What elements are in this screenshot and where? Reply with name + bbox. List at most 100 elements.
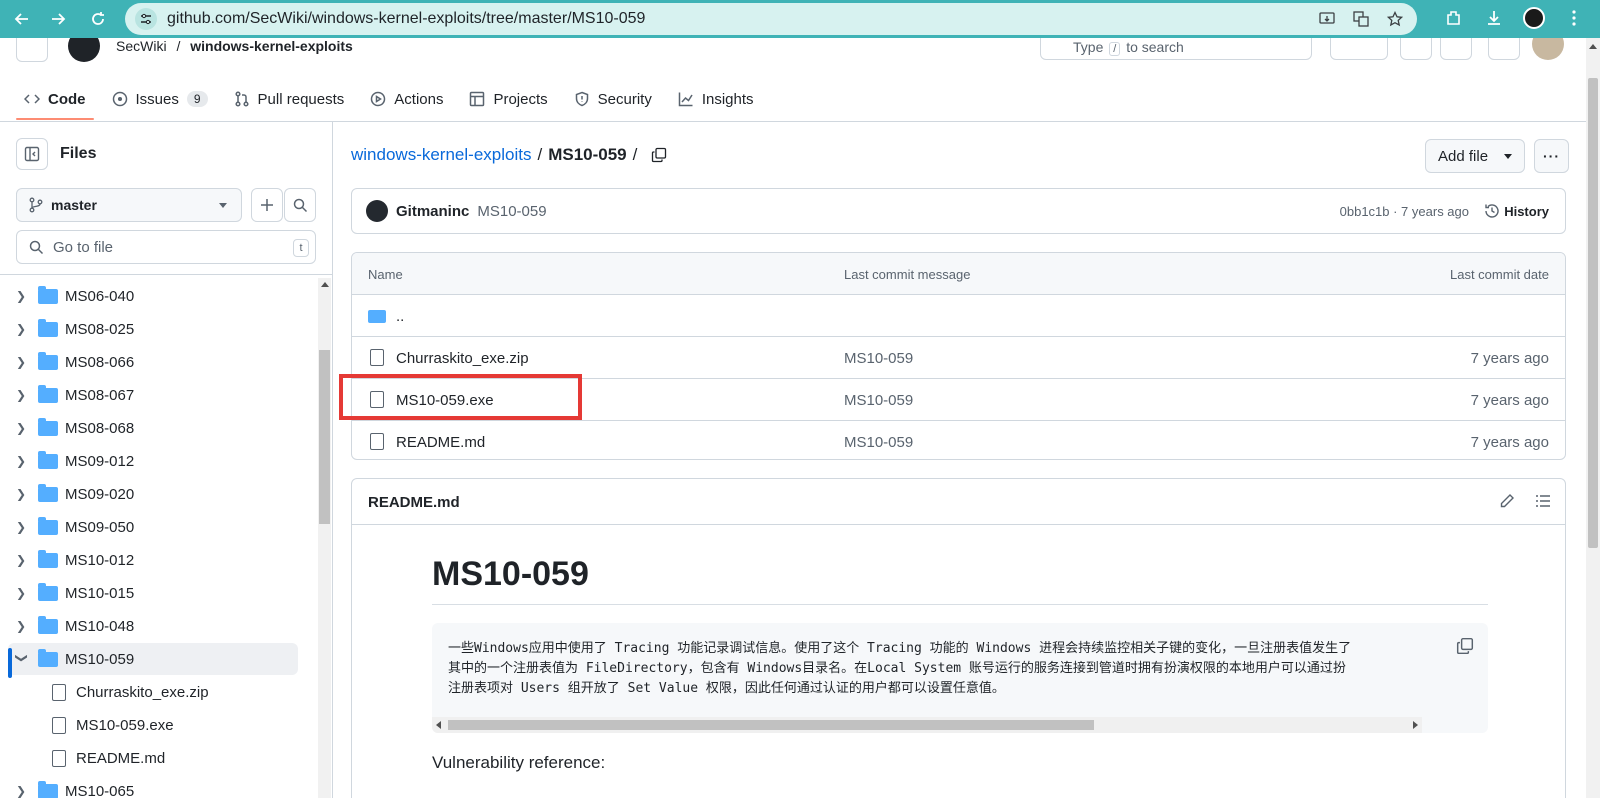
copy-path-icon[interactable] bbox=[651, 147, 667, 163]
add-file-button[interactable]: Add file bbox=[1425, 139, 1525, 173]
branch-selector[interactable]: master bbox=[16, 188, 242, 222]
chevron-right-icon[interactable]: ❯ bbox=[16, 619, 34, 633]
table-row[interactable]: Churraskito_exe.zip MS10-059 7 years ago bbox=[352, 337, 1565, 379]
collapse-sidebar-button[interactable] bbox=[16, 138, 48, 170]
folder-icon bbox=[38, 318, 58, 337]
site-info-icon[interactable] bbox=[135, 8, 157, 30]
tree-file-item[interactable]: Churraskito_exe.zip bbox=[8, 676, 298, 708]
profile-avatar[interactable] bbox=[1520, 4, 1548, 32]
chevron-right-icon[interactable]: ❯ bbox=[16, 289, 34, 303]
tab-pull-requests[interactable]: Pull requests bbox=[226, 76, 353, 122]
chevron-right-icon[interactable]: ❯ bbox=[16, 487, 34, 501]
file-commit-message[interactable]: MS10-059 bbox=[844, 434, 913, 451]
global-search-input[interactable]: Type / to search bbox=[1040, 38, 1312, 60]
table-row-parent-dir[interactable]: .. bbox=[352, 295, 1565, 337]
bookmark-star-icon[interactable] bbox=[1385, 9, 1405, 29]
parent-directory-link[interactable]: .. bbox=[396, 308, 404, 325]
tree-file-item[interactable]: MS10-059.exe bbox=[8, 709, 298, 741]
tree-folder-item[interactable]: ❯ MS08-066 bbox=[8, 346, 298, 378]
scroll-left-icon[interactable] bbox=[436, 721, 441, 729]
page-scroll-thumb[interactable] bbox=[1588, 78, 1598, 548]
tree-item-label: MS09-020 bbox=[65, 485, 135, 503]
commit-author-avatar[interactable] bbox=[366, 200, 388, 222]
tree-folder-item[interactable]: ❯ MS09-020 bbox=[8, 478, 298, 510]
scroll-up-icon[interactable] bbox=[1589, 44, 1597, 49]
tab-actions[interactable]: Actions bbox=[362, 76, 451, 122]
reload-icon[interactable] bbox=[80, 1, 116, 37]
issues-icon-button[interactable] bbox=[1400, 38, 1432, 60]
code-line: 注册表项对 Users 组开放了 Set Value 权限，因此任何通过认证的用… bbox=[448, 681, 1005, 696]
tree-scroll-thumb[interactable] bbox=[319, 350, 330, 524]
pull-requests-icon-button[interactable] bbox=[1440, 38, 1472, 60]
back-icon[interactable] bbox=[4, 1, 40, 37]
page-scrollbar[interactable] bbox=[1586, 38, 1600, 798]
outline-list-icon[interactable] bbox=[1535, 493, 1551, 509]
tab-issues[interactable]: Issues 9 bbox=[104, 76, 216, 122]
chevron-right-icon[interactable]: ❯ bbox=[16, 520, 34, 534]
code-scroll-thumb[interactable] bbox=[448, 720, 1094, 730]
go-to-file-input[interactable]: Go to file t bbox=[16, 230, 316, 264]
tree-folder-item[interactable]: ❯ MS10-012 bbox=[8, 544, 298, 576]
tree-folder-item[interactable]: ❯ MS08-025 bbox=[8, 313, 298, 345]
tab-projects[interactable]: Projects bbox=[461, 76, 555, 122]
file-name-link[interactable]: Churraskito_exe.zip bbox=[396, 350, 529, 367]
chevron-down-icon[interactable]: ❯ bbox=[15, 653, 29, 665]
tree-folder-item[interactable]: ❯ MS08-067 bbox=[8, 379, 298, 411]
copy-code-icon[interactable] bbox=[1456, 637, 1474, 655]
extensions-icon[interactable] bbox=[1440, 4, 1468, 32]
table-row[interactable]: README.md MS10-059 7 years ago bbox=[352, 421, 1565, 459]
tab-insights[interactable]: Insights bbox=[670, 76, 762, 122]
tree-folder-item[interactable]: ❯ MS10-048 bbox=[8, 610, 298, 642]
forward-icon[interactable] bbox=[40, 1, 76, 37]
tree-file-item[interactable]: README.md bbox=[8, 742, 298, 774]
tree-folder-item[interactable]: ❯ MS06-040 bbox=[8, 280, 298, 312]
inbox-icon-button[interactable] bbox=[1488, 38, 1520, 60]
commit-message[interactable]: MS10-059 bbox=[477, 203, 546, 220]
user-avatar[interactable] bbox=[1532, 38, 1564, 60]
chevron-right-icon[interactable]: ❯ bbox=[16, 355, 34, 369]
current-folder-name: MS10-059 bbox=[548, 145, 627, 164]
search-files-button[interactable] bbox=[284, 188, 316, 222]
repo-root-link[interactable]: windows-kernel-exploits bbox=[351, 145, 531, 165]
tree-folder-item[interactable]: ❯ MS10-015 bbox=[8, 577, 298, 609]
chevron-right-icon[interactable]: ❯ bbox=[16, 586, 34, 600]
repo-link[interactable]: windows-kernel-exploits bbox=[190, 38, 353, 54]
file-name-link[interactable]: README.md bbox=[396, 434, 485, 451]
more-options-button[interactable]: ··· bbox=[1534, 139, 1569, 173]
history-link[interactable]: History bbox=[1484, 203, 1549, 219]
chevron-right-icon[interactable]: ❯ bbox=[16, 421, 34, 435]
tree-folder-item[interactable]: ❯ MS10-065 bbox=[8, 775, 298, 798]
tree-folder-item-selected[interactable]: ❯ MS10-059 bbox=[8, 643, 298, 675]
translate-icon[interactable] bbox=[1351, 9, 1371, 29]
commit-author[interactable]: Gitmaninc bbox=[396, 203, 469, 220]
edit-pencil-icon[interactable] bbox=[1499, 493, 1515, 509]
owner-link[interactable]: SecWiki bbox=[116, 38, 167, 54]
hamburger-menu-button[interactable] bbox=[16, 38, 48, 62]
tree-folder-item[interactable]: ❯ MS09-050 bbox=[8, 511, 298, 543]
chevron-right-icon[interactable]: ❯ bbox=[16, 553, 34, 567]
scroll-up-icon[interactable] bbox=[321, 282, 329, 287]
code-horizontal-scrollbar[interactable] bbox=[432, 717, 1422, 733]
chevron-right-icon[interactable]: ❯ bbox=[16, 454, 34, 468]
file-commit-message[interactable]: MS10-059 bbox=[844, 350, 913, 367]
commit-hash-and-age[interactable]: 0bb1c1b · 7 years ago bbox=[1340, 204, 1469, 219]
chevron-right-icon[interactable]: ❯ bbox=[16, 322, 34, 336]
tab-security[interactable]: Security bbox=[566, 76, 660, 122]
add-file-plus-button[interactable] bbox=[251, 188, 283, 222]
tree-scrollbar[interactable] bbox=[318, 278, 331, 798]
download-icon[interactable] bbox=[1480, 4, 1508, 32]
file-list-table: Name Last commit message Last commit dat… bbox=[351, 252, 1566, 460]
tree-folder-item[interactable]: ❯ MS08-068 bbox=[8, 412, 298, 444]
tree-folder-item[interactable]: ❯ MS09-012 bbox=[8, 445, 298, 477]
tab-code[interactable]: Code bbox=[16, 76, 94, 122]
chevron-right-icon[interactable]: ❯ bbox=[16, 388, 34, 402]
chevron-right-icon[interactable]: ❯ bbox=[16, 784, 34, 798]
github-logo-icon[interactable] bbox=[68, 38, 100, 62]
file-commit-message[interactable]: MS10-059 bbox=[844, 392, 913, 409]
scroll-right-icon[interactable] bbox=[1413, 721, 1418, 729]
address-bar[interactable]: github.com/SecWiki/windows-kernel-exploi… bbox=[125, 3, 1417, 35]
install-app-icon[interactable] bbox=[1317, 9, 1337, 29]
readme-title[interactable]: README.md bbox=[368, 494, 460, 511]
create-new-button[interactable] bbox=[1330, 38, 1388, 60]
menu-kebab-icon[interactable] bbox=[1560, 4, 1588, 32]
